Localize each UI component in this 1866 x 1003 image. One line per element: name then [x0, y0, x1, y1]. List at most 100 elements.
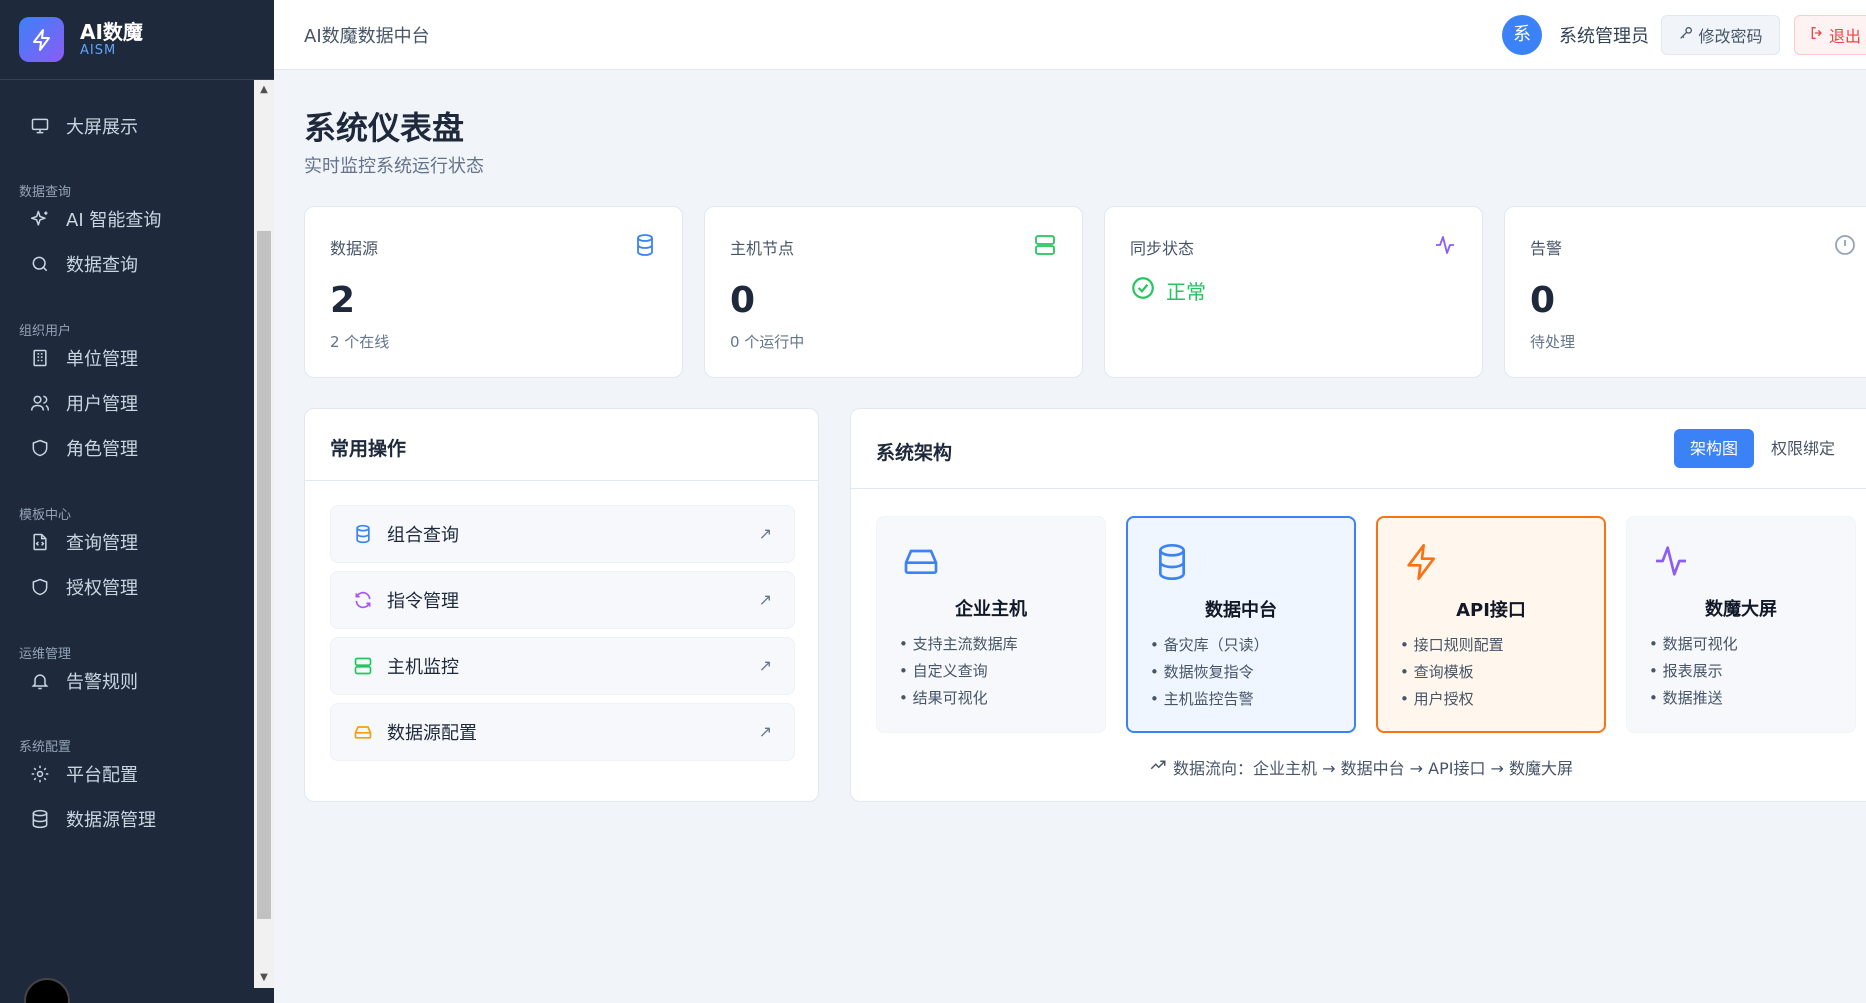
tab-architecture-diagram[interactable]: 架构图 — [1674, 429, 1754, 468]
check-circle-icon — [1130, 275, 1156, 306]
sidebar-item-platform-config[interactable]: 平台配置 — [0, 750, 254, 798]
top-header: AI数魔数据中台 系 系统管理员 修改密码 退出 — [274, 0, 1866, 70]
arch-bullet: • 结果可视化 — [899, 689, 988, 707]
sidebar-item-label: 告警规则 — [66, 672, 138, 693]
shield-icon — [28, 575, 52, 599]
quick-action-label: 组合查询 — [387, 525, 459, 546]
sidebar-item-label: 单位管理 — [66, 349, 138, 370]
sidebar-item-label: 平台配置 — [66, 765, 138, 786]
quick-action-label: 数据源配置 — [387, 723, 477, 744]
header-title: AI数魔数据中台 — [304, 26, 430, 47]
arch-card-big-screen[interactable]: 数魔大屏 • 数据可视化 • 报表展示 • 数据推送 — [1626, 516, 1856, 733]
scroll-down-arrow-icon[interactable]: ▼ — [254, 968, 274, 988]
stat-card-host-nodes: 主机节点 0 0 个运行中 — [704, 206, 1083, 378]
brand-title: AI数魔 — [80, 19, 143, 44]
arch-card-bullets: • 接口规则配置 • 查询模板 • 用户授权 — [1400, 632, 1504, 713]
quick-action-label: 主机监控 — [387, 657, 459, 678]
database-icon — [351, 522, 375, 546]
server-icon — [1033, 233, 1057, 257]
hard-drive-icon — [351, 720, 375, 744]
arch-bullet: • 数据恢复指令 — [1150, 663, 1254, 681]
arch-card-bullets: • 备灾库（只读） • 数据恢复指令 • 主机监控告警 — [1150, 632, 1269, 713]
quick-action-datasource-config[interactable]: 数据源配置 ↗ — [330, 703, 795, 761]
stat-value: 2 — [330, 280, 356, 321]
tab-permission-binding[interactable]: 权限绑定 — [1771, 429, 1835, 468]
database-icon — [633, 233, 657, 257]
activity-icon — [1651, 541, 1691, 581]
avatar[interactable]: 系 — [1502, 15, 1542, 55]
page-title: 系统仪表盘 — [304, 109, 465, 147]
trending-up-icon — [1149, 756, 1167, 778]
arch-bullet: • 报表展示 — [1649, 662, 1723, 680]
change-password-label: 修改密码 — [1698, 27, 1763, 46]
stat-value: 0 — [730, 280, 756, 321]
quick-action-host-monitor[interactable]: 主机监控 ↗ — [330, 637, 795, 695]
page-subtitle: 实时监控系统运行状态 — [304, 156, 484, 177]
arch-card-title: 企业主机 — [955, 599, 1027, 620]
building-icon — [28, 346, 52, 370]
sidebar-scrollbar[interactable]: ▲ ▼ — [254, 80, 274, 988]
sync-status-text: 正常 — [1166, 280, 1206, 304]
arch-bullet: • 数据可视化 — [1649, 635, 1738, 653]
arrow-up-right-icon: ↗ — [758, 590, 772, 609]
quick-actions-title: 常用操作 — [330, 438, 407, 460]
arch-card-title: API接口 — [1456, 600, 1526, 621]
arch-bullet: • 支持主流数据库 — [899, 635, 1018, 653]
lightning-icon — [1402, 542, 1442, 582]
arch-card-data-platform[interactable]: 数据中台 • 备灾库（只读） • 数据恢复指令 • 主机监控告警 — [1126, 516, 1356, 733]
stat-value: 0 — [1530, 280, 1556, 321]
brand[interactable]: AI数魔 AISM — [0, 0, 274, 80]
search-icon — [28, 252, 52, 276]
stat-label: 数据源 — [330, 239, 379, 258]
change-password-button[interactable]: 修改密码 — [1661, 15, 1780, 55]
quick-action-combined-query[interactable]: 组合查询 ↗ — [330, 505, 795, 563]
monitor-icon — [28, 114, 52, 138]
sidebar-item-label: 大屏展示 — [66, 117, 138, 138]
sidebar-item-label: 查询管理 — [66, 533, 138, 554]
stat-subtext: 0 个运行中 — [730, 333, 805, 351]
gear-icon — [28, 762, 52, 786]
brand-subtitle: AISM — [80, 42, 117, 58]
arch-card-api[interactable]: API接口 • 接口规则配置 • 查询模板 • 用户授权 — [1376, 516, 1606, 733]
arch-card-title: 数魔大屏 — [1705, 599, 1777, 620]
logout-button[interactable]: 退出 — [1794, 15, 1866, 55]
sparkles-icon — [28, 207, 52, 231]
sidebar: AI数魔 AISM 大屏展示 数据查询 AI 智能查询 数据查询 组织用户 单位… — [0, 0, 274, 1003]
arrow-up-right-icon: ↗ — [758, 656, 772, 675]
scrollbar-thumb[interactable] — [257, 231, 271, 919]
sidebar-item-auth-mgmt[interactable]: 授权管理 — [0, 563, 254, 611]
sidebar-item-roles[interactable]: 角色管理 — [0, 424, 254, 472]
arch-bullet: • 自定义查询 — [899, 662, 988, 680]
sync-status-ok: 正常 — [1130, 275, 1206, 306]
quick-actions-panel: 常用操作 组合查询 ↗ 指令管理 ↗ 主机监控 ↗ 数据源配置 ↗ — [304, 408, 819, 802]
stat-subtext: 待处理 — [1530, 333, 1576, 351]
sidebar-item-label: 用户管理 — [66, 394, 138, 415]
sidebar-item-users[interactable]: 用户管理 — [0, 379, 254, 427]
sidebar-item-alert-rules[interactable]: 告警规则 — [0, 657, 254, 705]
panel-divider — [305, 480, 818, 481]
username: 系统管理员 — [1559, 26, 1649, 47]
data-flow-caption: 数据流向：企业主机 → 数据中台 → API接口 → 数魔大屏 — [1149, 755, 1573, 779]
stat-label: 同步状态 — [1130, 239, 1195, 258]
database-icon — [28, 807, 52, 831]
logout-icon — [1809, 25, 1825, 45]
data-flow-text: 数据流向：企业主机 → 数据中台 → API接口 → 数魔大屏 — [1173, 759, 1574, 778]
sidebar-item-ai-query[interactable]: AI 智能查询 — [0, 195, 254, 243]
scroll-up-arrow-icon[interactable]: ▲ — [254, 80, 274, 100]
arch-bullet: • 主机监控告警 — [1150, 690, 1254, 708]
arch-card-enterprise-host[interactable]: 企业主机 • 支持主流数据库 • 自定义查询 • 结果可视化 — [876, 516, 1106, 733]
quick-action-command-mgmt[interactable]: 指令管理 ↗ — [330, 571, 795, 629]
arch-bullet: • 用户授权 — [1400, 690, 1474, 708]
key-icon — [1678, 25, 1694, 45]
sidebar-item-big-screen[interactable]: 大屏展示 — [0, 102, 254, 150]
sidebar-item-units[interactable]: 单位管理 — [0, 334, 254, 382]
sidebar-item-data-query[interactable]: 数据查询 — [0, 240, 254, 288]
stat-label: 主机节点 — [730, 239, 795, 258]
lightning-logo-icon — [19, 17, 64, 62]
sidebar-item-query-mgmt[interactable]: 查询管理 — [0, 518, 254, 566]
stat-card-datasources: 数据源 2 2 个在线 — [304, 206, 683, 378]
sidebar-item-datasource-mgmt[interactable]: 数据源管理 — [0, 795, 254, 843]
database-icon — [1152, 542, 1192, 582]
panel-divider — [851, 488, 1866, 489]
sidebar-item-label: 授权管理 — [66, 578, 138, 599]
